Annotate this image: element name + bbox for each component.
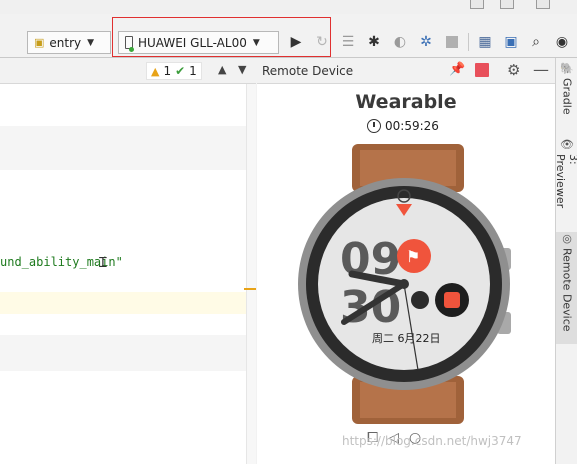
tab-remote-device-label: Remote Device	[560, 248, 574, 332]
window-edge-icon	[500, 0, 514, 9]
minimize-icon[interactable]: —	[533, 60, 549, 79]
next-highlight-icon[interactable]: ▼	[238, 63, 246, 76]
warning-count: 1	[163, 64, 172, 78]
module-icon: ▣	[34, 36, 45, 49]
tab-gradle[interactable]: 🐘 Gradle	[556, 62, 577, 128]
heart-complication	[411, 291, 429, 309]
ide-window: ▣ entry ▼ HUAWEI GLL-AL00 ▼ ▶ ↻ ☰ ✱ ◐ ✲ …	[0, 0, 577, 464]
module-selector-label: entry	[49, 35, 82, 50]
timer-icon	[367, 119, 381, 133]
stop-device-icon[interactable]	[475, 63, 489, 77]
project-structure-icon[interactable]: ▦	[476, 33, 494, 51]
right-tool-strip: 🐘 Gradle 👁 3: Previewer ◎ Remote Device	[554, 58, 577, 464]
warning-icon: ▲	[151, 64, 160, 78]
rerun-icon[interactable]: ↻	[313, 33, 331, 51]
window-edge-icon	[470, 0, 484, 9]
stop-icon[interactable]	[443, 33, 461, 51]
session-timer: 00:59:26	[367, 119, 439, 133]
toolbar-separator	[468, 33, 469, 51]
elephant-icon: 🐘	[560, 62, 574, 75]
timer-value: 00:59:26	[385, 119, 439, 133]
attach-debugger-icon[interactable]: ✲	[417, 33, 435, 51]
remote-device-panel: Remote Device 📌 ⚙ — Wearable 00:59:26 09…	[257, 58, 555, 464]
tab-gradle-label: Gradle	[560, 78, 574, 115]
prev-highlight-icon[interactable]: ▲	[218, 63, 226, 76]
gear-icon[interactable]: ⚙	[507, 61, 520, 79]
app-icon	[444, 292, 460, 308]
tab-previewer-label: 3: Previewer	[554, 154, 577, 209]
remote-device-icon: ◎	[562, 232, 572, 245]
check-icon: ✔	[175, 64, 186, 78]
window-edge-icon	[536, 0, 550, 9]
hands-pivot	[399, 279, 409, 289]
watch-preview[interactable]: 09 30 ⚑ 周二 6月22日	[292, 144, 524, 424]
current-line-highlight	[0, 292, 246, 314]
editor-scrollbar[interactable]	[246, 84, 256, 464]
device-name: Wearable	[355, 91, 457, 113]
watch-date: 周二 6月22日	[372, 332, 441, 345]
watermark: https://blog.csdn.net/hwj3747	[342, 434, 522, 448]
chevron-down-icon: ▼	[87, 37, 95, 48]
debug-icon[interactable]: ✱	[365, 33, 383, 51]
profile-icon[interactable]: ◐	[391, 33, 409, 51]
eye-icon: 👁	[560, 138, 574, 151]
panel-title: Remote Device	[262, 64, 354, 78]
apply-changes-icon[interactable]: ☰	[339, 33, 357, 51]
editor-band	[0, 335, 246, 371]
warning-marker[interactable]	[244, 288, 256, 290]
module-selector[interactable]: ▣ entry ▼	[27, 31, 111, 54]
search-icon[interactable]: ⌕	[527, 33, 545, 51]
editor-header: ▲ 1 ✔ 1 ▲ ▼	[0, 58, 256, 84]
run-icon: ⚑	[406, 247, 420, 266]
device-manager-icon[interactable]: ▣	[502, 33, 520, 51]
tab-remote-device[interactable]: ◎ Remote Device	[556, 232, 577, 344]
text-cursor-icon: Ɪ	[99, 255, 107, 271]
tab-previewer[interactable]: 👁 3: Previewer	[554, 138, 577, 222]
ok-count: 1	[189, 64, 197, 78]
top-strip	[0, 0, 577, 14]
editor-band	[0, 126, 246, 170]
run-icon[interactable]: ▶	[287, 33, 305, 51]
user-icon[interactable]: ◉	[553, 33, 571, 51]
main-toolbar: ▣ entry ▼ HUAWEI GLL-AL00 ▼ ▶ ↻ ☰ ✱ ◐ ✲ …	[0, 0, 577, 58]
remote-device-header: Remote Device 📌 ⚙ —	[257, 58, 555, 84]
pin-icon[interactable]: 📌	[449, 62, 465, 77]
inspection-widget[interactable]: ▲ 1 ✔ 1	[146, 62, 202, 80]
